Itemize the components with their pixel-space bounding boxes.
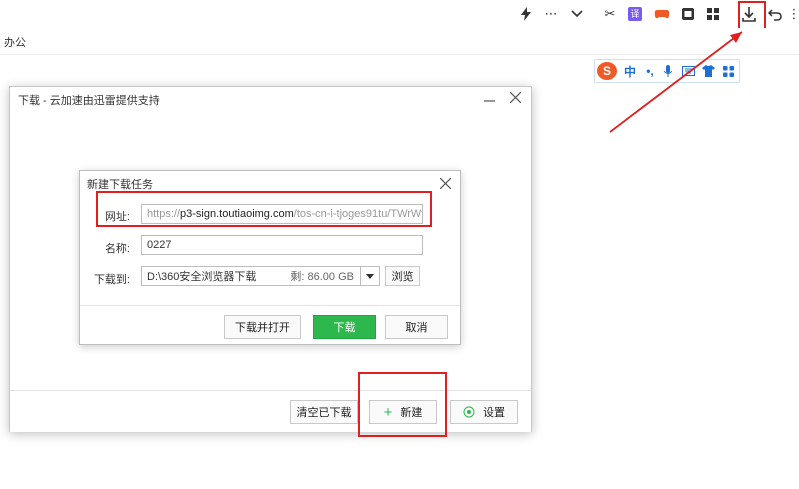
annotation-arrow bbox=[609, 31, 743, 133]
